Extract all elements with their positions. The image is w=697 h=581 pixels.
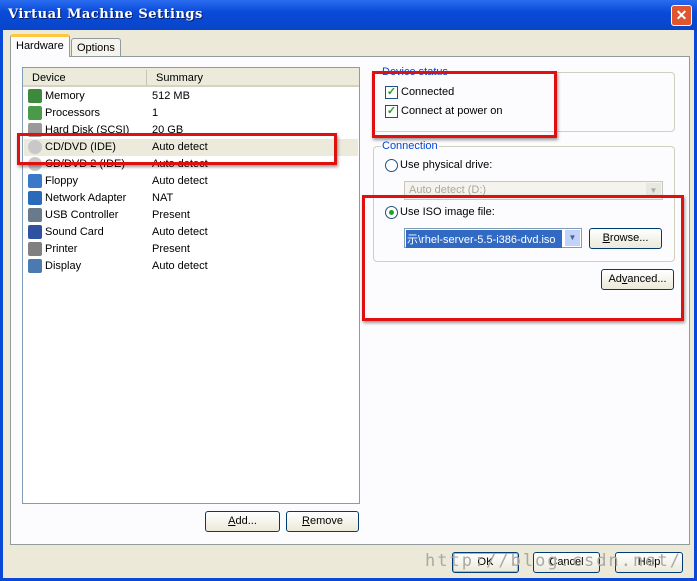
device-row-usb-controller[interactable]: USB Controller Present	[24, 207, 358, 224]
help-button[interactable]: Help	[615, 552, 683, 573]
device-summary: Auto detect	[152, 260, 208, 272]
device-summary: Present	[152, 209, 190, 221]
device-name: Processors	[45, 107, 101, 119]
physical-drive-radio[interactable]	[385, 159, 398, 172]
device-row-processors[interactable]: Processors 1	[24, 105, 358, 122]
device-row-floppy[interactable]: Floppy Auto detect	[24, 173, 358, 190]
network-icon	[28, 191, 42, 205]
device-summary: 1	[152, 107, 159, 119]
floppy-icon	[28, 174, 42, 188]
tab-hardware[interactable]: Hardware	[10, 34, 70, 57]
device-name: USB Controller	[45, 209, 119, 221]
add-button-label: Add...	[228, 515, 257, 527]
device-summary: NAT	[152, 192, 174, 204]
processor-icon	[28, 106, 42, 120]
ok-button[interactable]: OK	[452, 552, 519, 573]
memory-icon	[28, 89, 42, 103]
connection-label: Connection	[381, 140, 439, 152]
device-row-printer[interactable]: Printer Present	[24, 241, 358, 258]
device-summary: Auto detect	[152, 226, 208, 238]
add-button[interactable]: Add...	[205, 511, 280, 532]
cancel-button[interactable]: Cancel	[533, 552, 600, 573]
device-name: Display	[45, 260, 82, 272]
device-summary: 512 MB	[152, 90, 190, 102]
remove-button[interactable]: Remove	[286, 511, 359, 532]
close-button[interactable]: ✕	[671, 5, 692, 26]
annotation-highlight-iso	[362, 195, 684, 321]
column-divider[interactable]	[146, 70, 147, 85]
device-name: Memory	[45, 90, 85, 102]
display-icon	[28, 259, 42, 273]
annotation-highlight-cd	[17, 133, 337, 165]
physical-drive-label[interactable]: Use physical drive:	[400, 159, 492, 171]
device-row-memory[interactable]: Memory 512 MB	[24, 88, 358, 105]
device-row-network-adapter[interactable]: Network Adapter NAT	[24, 190, 358, 207]
device-name: Printer	[45, 243, 78, 255]
device-row-display[interactable]: Display Auto detect	[24, 258, 358, 275]
device-row-sound-card[interactable]: Sound Card Auto detect	[24, 224, 358, 241]
printer-icon	[28, 242, 42, 256]
device-name: Sound Card	[45, 226, 104, 238]
usb-icon	[28, 208, 42, 222]
device-summary: Auto detect	[152, 175, 208, 187]
device-name: Floppy	[45, 175, 79, 187]
window-title: Virtual Machine Settings	[8, 7, 203, 22]
column-summary[interactable]: Summary	[156, 72, 203, 84]
device-name: Network Adapter	[45, 192, 127, 204]
annotation-highlight-status	[372, 71, 557, 138]
device-summary: Present	[152, 243, 190, 255]
tab-options[interactable]: Options	[71, 38, 121, 57]
sound-icon	[28, 225, 42, 239]
column-device[interactable]: Device	[32, 72, 66, 84]
